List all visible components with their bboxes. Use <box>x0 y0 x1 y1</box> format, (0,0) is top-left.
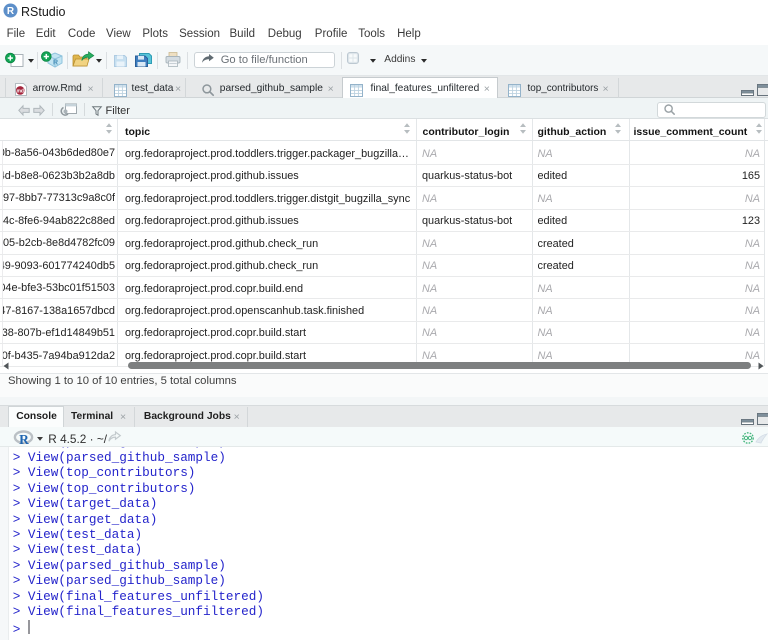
svg-text:R: R <box>19 432 29 447</box>
svg-text:R: R <box>7 6 15 17</box>
svg-text:md: md <box>16 88 24 94</box>
svg-text:R: R <box>53 60 58 67</box>
